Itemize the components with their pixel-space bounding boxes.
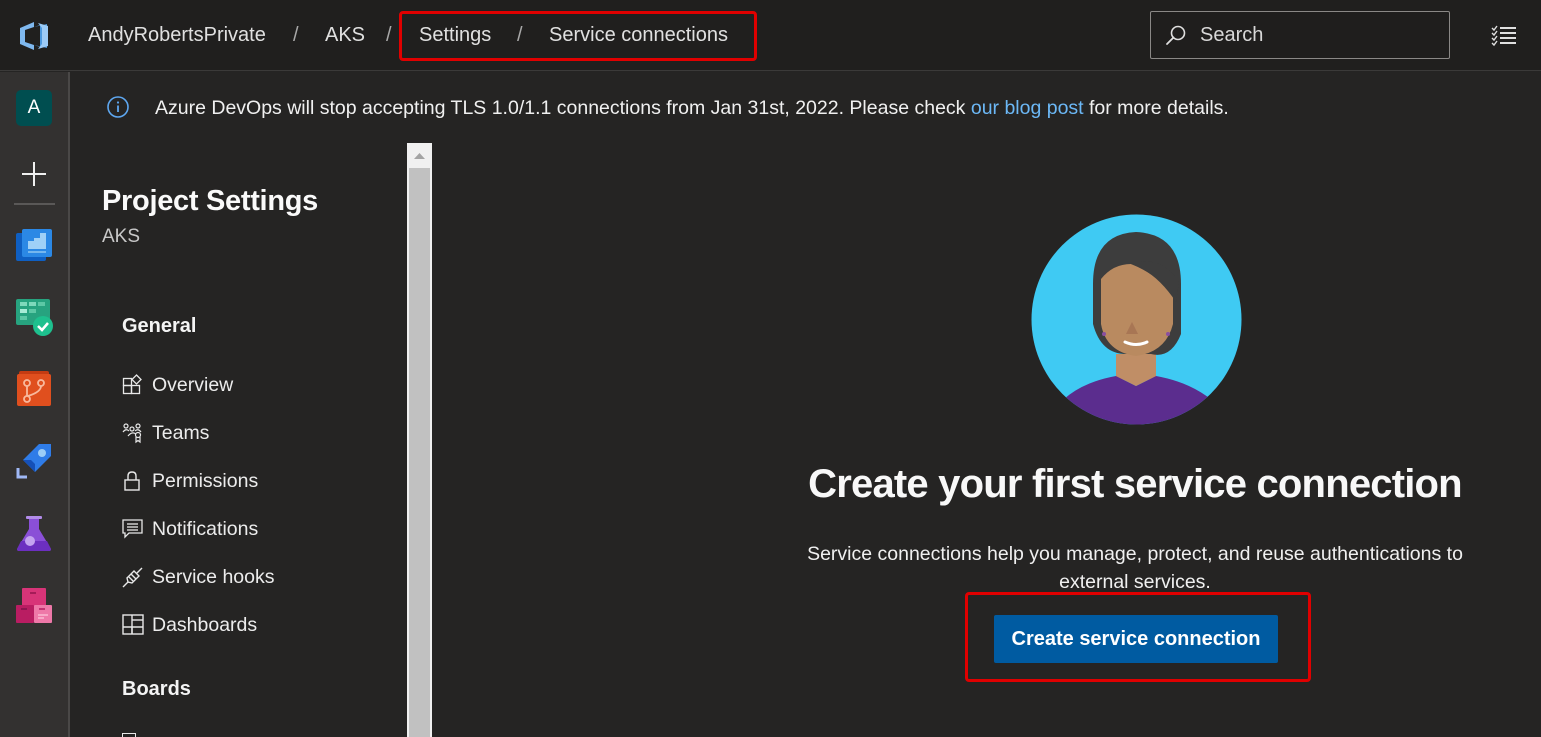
nav-item-teams[interactable]: Teams xyxy=(122,419,382,449)
banner-text-before: Azure DevOps will stop accepting TLS 1.0… xyxy=(155,97,971,119)
person-illustration xyxy=(1031,214,1242,425)
teams-icon xyxy=(122,423,142,444)
breadcrumb-separator: / xyxy=(293,24,299,46)
lock-icon xyxy=(124,471,140,491)
overview-icon xyxy=(122,374,142,395)
pipelines-icon xyxy=(16,444,51,479)
breadcrumb-highlight xyxy=(399,11,757,61)
nav-item-service-hooks[interactable]: Service hooks xyxy=(122,563,382,593)
empty-state-description: Service connections help you manage, pro… xyxy=(807,543,1463,593)
nav-item-label: Service hooks xyxy=(152,566,275,588)
nav-item-notifications[interactable]: Notifications xyxy=(122,515,382,545)
top-bar: AndyRobertsPrivate / AKS / Settings / Se… xyxy=(0,0,1541,71)
notifications-icon xyxy=(122,519,143,539)
project-avatar[interactable]: A xyxy=(16,90,52,126)
banner-message: Azure DevOps will stop accepting TLS 1.0… xyxy=(155,97,1229,120)
rail-item-test-plans[interactable] xyxy=(15,515,53,553)
left-navigation-rail: A xyxy=(0,72,70,737)
rail-divider xyxy=(14,203,55,205)
scroll-thumb[interactable] xyxy=(409,168,430,737)
nav-item-label: Permissions xyxy=(152,470,259,492)
scroll-up-button[interactable] xyxy=(407,143,432,168)
nav-item-label: Dashboards xyxy=(152,614,258,636)
rail-item-artifacts[interactable] xyxy=(15,587,53,625)
azure-devops-logo-icon[interactable] xyxy=(16,18,52,54)
nav-group-general: General xyxy=(122,315,197,337)
blog-post-link[interactable]: our blog post xyxy=(971,97,1084,119)
banner-text-after: for more details. xyxy=(1083,97,1229,119)
search-placeholder: Search xyxy=(1200,24,1264,46)
breadcrumb-organization[interactable]: AndyRobertsPrivate xyxy=(88,24,266,47)
repos-icon xyxy=(17,371,51,406)
nav-item-label: Notifications xyxy=(152,518,259,540)
settings-nav-scrollbar[interactable] xyxy=(407,143,432,737)
boards-item-icon xyxy=(122,733,136,737)
nav-item-permissions[interactable]: Permissions xyxy=(122,467,382,497)
breadcrumb-project[interactable]: AKS xyxy=(325,24,365,47)
nav-item-overview[interactable]: Overview xyxy=(122,371,382,401)
empty-state-title: Create your first service connection xyxy=(808,462,1462,506)
overview-icon xyxy=(16,229,52,261)
button-highlight xyxy=(965,592,1311,682)
nav-item-dashboards[interactable]: Dashboards xyxy=(122,611,382,641)
boards-icon xyxy=(16,299,53,336)
artifacts-icon xyxy=(16,588,52,623)
info-icon xyxy=(107,96,129,118)
plus-icon xyxy=(22,162,46,186)
breadcrumb-separator: / xyxy=(386,24,392,46)
search-input[interactable]: Search xyxy=(1150,11,1450,59)
search-icon xyxy=(1166,25,1186,45)
rail-item-boards[interactable] xyxy=(15,298,53,336)
new-item-button[interactable] xyxy=(15,155,53,193)
nav-item-label: Teams xyxy=(152,422,210,444)
dashboards-icon xyxy=(122,614,144,635)
nav-group-boards: Boards xyxy=(122,678,191,700)
service-hooks-icon xyxy=(122,567,143,588)
rail-item-pipelines[interactable] xyxy=(15,442,53,480)
rail-item-overview[interactable] xyxy=(15,225,53,263)
task-list-icon[interactable] xyxy=(1490,24,1518,48)
page-title: Project Settings xyxy=(102,185,318,217)
nav-item-label: Overview xyxy=(152,374,234,396)
test-plans-icon xyxy=(17,516,51,551)
chevron-up-icon xyxy=(414,153,425,159)
project-name: AKS xyxy=(102,226,141,247)
rail-item-repos[interactable] xyxy=(15,370,53,408)
